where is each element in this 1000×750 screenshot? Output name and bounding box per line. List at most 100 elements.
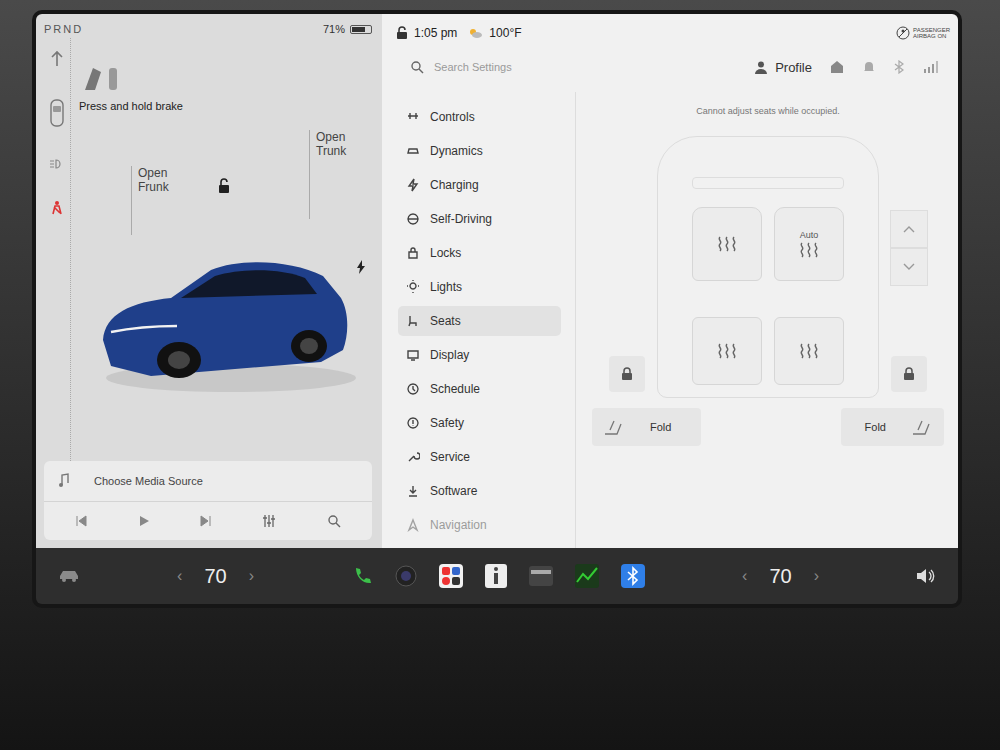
settings-area: 1:05 pm100°FPASSENGERAIRBAG ONSearch Set…: [382, 14, 958, 548]
seat-grid: Auto: [692, 207, 844, 385]
bell-icon[interactable]: [862, 60, 876, 74]
menu-item-label: Navigation: [430, 518, 487, 532]
seat-heater-icon: [716, 343, 738, 359]
seat-heater-button[interactable]: [774, 317, 844, 385]
settings-menu-item[interactable]: Seats: [398, 306, 561, 336]
seat-down-button[interactable]: [890, 248, 928, 286]
settings-menu-item[interactable]: Safety: [398, 408, 561, 438]
seat-heater-button[interactable]: [692, 317, 762, 385]
child-lock-icon: [621, 367, 633, 381]
next-icon[interactable]: [200, 515, 212, 527]
car-model-image: [91, 228, 361, 398]
menu-item-label: Lights: [430, 280, 462, 294]
child-lock-right-button[interactable]: [891, 356, 927, 392]
airbag-text: PASSENGERAIRBAG ON: [913, 27, 950, 39]
media-source-row[interactable]: Choose Media Source: [44, 461, 372, 502]
settings-menu-item[interactable]: Schedule: [398, 374, 561, 404]
fold-label: Fold: [650, 421, 671, 433]
energy-chart-icon[interactable]: [575, 564, 599, 588]
seat-heater-button[interactable]: [692, 207, 762, 281]
previous-icon[interactable]: [75, 515, 87, 527]
menu-item-icon: [406, 450, 420, 464]
passenger-temp-increase[interactable]: ›: [814, 567, 819, 585]
profile-button[interactable]: Profile: [755, 60, 812, 75]
open-frunk-button[interactable]: Open Frunk: [131, 166, 195, 235]
driver-temp-decrease[interactable]: ‹: [177, 567, 182, 585]
menu-item-label: Controls: [430, 110, 475, 124]
settings-menu-item[interactable]: Controls: [398, 102, 561, 132]
seat-area: Auto: [588, 136, 948, 398]
open-trunk-button[interactable]: Open Trunk: [309, 130, 373, 219]
phone-icon[interactable]: [351, 565, 373, 587]
bluetooth-app-icon[interactable]: [621, 564, 645, 588]
lock-status-icon[interactable]: [396, 26, 408, 40]
driver-temp-value: 70: [204, 565, 226, 588]
passenger-temperature: ‹70›: [742, 565, 819, 588]
settings-menu-item[interactable]: Dynamics: [398, 136, 561, 166]
airbag-icon: [896, 26, 910, 40]
fold-seat-icon: [910, 418, 934, 436]
music-note-icon: [58, 473, 70, 489]
search-icon[interactable]: [327, 514, 341, 528]
app-launcher: [351, 564, 645, 588]
driver-temperature: ‹ 70 ›: [177, 565, 254, 588]
apps-icon[interactable]: [439, 564, 463, 588]
signal-icon: [922, 61, 938, 73]
car-icon[interactable]: [58, 569, 80, 583]
car-top-icon: [49, 98, 65, 128]
person-icon: [755, 61, 767, 74]
seat-heater-icon: [798, 343, 820, 359]
seat-adjust-arrows: [890, 210, 928, 286]
garage-icon[interactable]: [830, 60, 844, 74]
charge-port-icon[interactable]: [356, 260, 366, 274]
brake-hint-text: Press and hold brake: [79, 100, 183, 112]
search-settings-field[interactable]: Search Settings: [410, 60, 512, 74]
menu-item-icon: [406, 110, 420, 124]
seat-up-button[interactable]: [890, 210, 928, 248]
passenger-temp-decrease[interactable]: ‹: [742, 567, 747, 585]
menu-item-label: Display: [430, 348, 469, 362]
fold-seat-button[interactable]: Fold: [592, 408, 701, 446]
fold-seat-button[interactable]: Fold: [841, 408, 944, 446]
menu-item-icon: [406, 212, 420, 226]
menu-item-icon: [406, 144, 420, 158]
menu-item-icon: [406, 484, 420, 498]
battery-fill: [352, 27, 365, 32]
play-icon[interactable]: [138, 515, 150, 527]
bluetooth-icon[interactable]: [894, 60, 904, 74]
menu-item-icon: [406, 416, 420, 430]
equalizer-icon[interactable]: [262, 514, 276, 528]
driver-temp-increase[interactable]: ›: [249, 567, 254, 585]
settings-menu-item[interactable]: Charging: [398, 170, 561, 200]
menu-item-icon: [406, 246, 420, 260]
dashboard-outline: [692, 177, 844, 189]
arrow-up-icon[interactable]: [50, 50, 64, 68]
headlight-icon: [49, 158, 65, 170]
menu-item-label: Seats: [430, 314, 461, 328]
brake-hint: Press and hold brake: [79, 64, 183, 112]
battery-percent: 71%: [323, 23, 345, 35]
settings-menu: Controls Dynamics Charging Self-Driving Lock…: [382, 92, 576, 548]
menu-item-icon: [406, 280, 420, 294]
settings-menu-item[interactable]: Navigation: [398, 510, 561, 540]
manual-icon[interactable]: [485, 564, 507, 588]
settings-menu-item[interactable]: Software: [398, 476, 561, 506]
settings-menu-item[interactable]: Self-Driving: [398, 204, 561, 234]
airbag-text-line: PASSENGER: [913, 27, 950, 33]
settings-menu-item[interactable]: Display: [398, 340, 561, 370]
side-strip: [44, 38, 71, 461]
seat-heater-button[interactable]: Auto: [774, 207, 844, 281]
settings-menu-item[interactable]: Locks: [398, 238, 561, 268]
camera-icon[interactable]: [395, 565, 417, 587]
left-status-bar: PRND71%: [44, 20, 372, 38]
child-lock-left-button[interactable]: [609, 356, 645, 392]
display-bezel: PRND71% Press and hold brake Open Frunk Ope…: [32, 10, 962, 608]
outside-temperature: 100°F: [489, 26, 521, 40]
volume-icon[interactable]: [916, 568, 936, 584]
seat-notice: Cannot adjust seats while occupied.: [696, 106, 840, 116]
settings-menu-item[interactable]: Lights: [398, 272, 561, 302]
wallet-icon[interactable]: [529, 566, 553, 586]
car-lock-icon[interactable]: [217, 178, 231, 194]
chevron-down-icon: [903, 263, 915, 271]
settings-menu-item[interactable]: Service: [398, 442, 561, 472]
